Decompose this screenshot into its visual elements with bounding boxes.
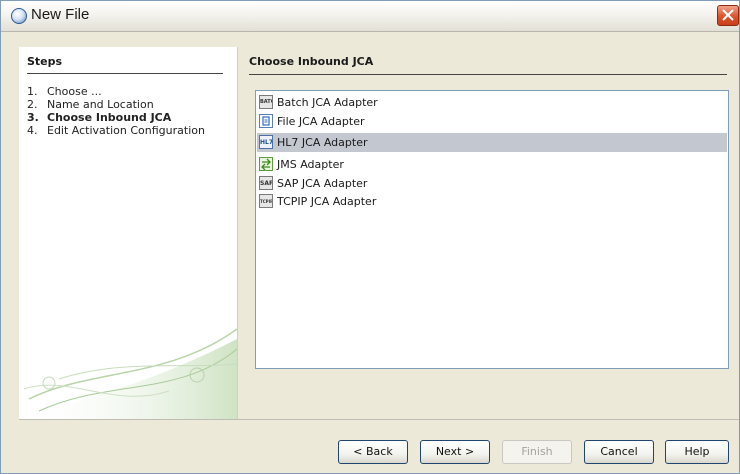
adapter-label: File JCA Adapter bbox=[277, 115, 365, 128]
list-item-file-adapter[interactable]: File JCA Adapter bbox=[257, 112, 727, 131]
back-button[interactable]: < Back bbox=[338, 440, 408, 464]
title-bar[interactable]: New File bbox=[1, 1, 739, 32]
batch-adapter-icon: BATCH bbox=[259, 95, 273, 109]
adapter-label: JMS Adapter bbox=[277, 158, 344, 171]
list-item-sap-adapter[interactable]: SAP SAP JCA Adapter bbox=[257, 174, 727, 193]
hl7-adapter-icon: HL7 bbox=[259, 135, 273, 149]
step-number: 3. bbox=[27, 111, 39, 124]
step-item: 1. Choose ... bbox=[27, 85, 205, 98]
close-icon bbox=[722, 9, 734, 21]
steps-heading: Steps bbox=[27, 55, 63, 68]
list-item-jms-adapter[interactable]: JMS Adapter bbox=[257, 155, 727, 174]
steps-divider bbox=[27, 73, 223, 74]
adapter-label: SAP JCA Adapter bbox=[277, 177, 368, 190]
netbeans-app-icon bbox=[11, 8, 27, 24]
list-item-batch-adapter[interactable]: BATCH Batch JCA Adapter bbox=[257, 93, 727, 112]
content-divider bbox=[249, 74, 727, 75]
step-label: Name and Location bbox=[47, 98, 154, 111]
step-item-current: 3. Choose Inbound JCA bbox=[27, 111, 205, 124]
new-file-dialog: New File Steps 1. Choose ... 2. Name and L… bbox=[0, 0, 740, 474]
jms-adapter-icon bbox=[259, 157, 273, 171]
step-label: Choose Inbound JCA bbox=[47, 111, 172, 124]
adapter-label: Batch JCA Adapter bbox=[277, 96, 378, 109]
step-label: Edit Activation Configuration bbox=[47, 124, 205, 137]
adapter-label: HL7 JCA Adapter bbox=[277, 136, 368, 149]
sap-adapter-icon: SAP bbox=[259, 176, 273, 190]
window-title: New File bbox=[31, 6, 90, 23]
next-button[interactable]: Next > bbox=[420, 440, 490, 464]
tcpip-adapter-icon: TCPIP bbox=[259, 194, 273, 208]
adapter-label: TCPIP JCA Adapter bbox=[277, 195, 377, 208]
file-adapter-icon bbox=[259, 114, 273, 128]
list-item-hl7-adapter[interactable]: HL7 HL7 JCA Adapter bbox=[257, 133, 727, 152]
close-button[interactable] bbox=[717, 5, 739, 26]
step-number: 2. bbox=[27, 98, 38, 111]
step-number: 1. bbox=[27, 85, 38, 98]
cancel-button[interactable]: Cancel bbox=[584, 440, 654, 464]
help-button[interactable]: Help bbox=[665, 440, 729, 464]
decorative-swoosh-graphic bbox=[19, 328, 237, 419]
finish-button[interactable]: Finish bbox=[502, 440, 572, 464]
content-heading: Choose Inbound JCA bbox=[249, 55, 374, 68]
step-item: 2. Name and Location bbox=[27, 98, 205, 111]
footer-divider bbox=[19, 419, 739, 420]
adapter-list[interactable]: BATCH Batch JCA Adapter File JCA Adapter… bbox=[255, 90, 729, 369]
list-item-tcpip-adapter[interactable]: TCPIP TCPIP JCA Adapter bbox=[257, 192, 727, 211]
steps-panel: Steps 1. Choose ... 2. Name and Location 3… bbox=[19, 47, 238, 419]
steps-list: 1. Choose ... 2. Name and Location 3. Choos… bbox=[27, 85, 205, 137]
step-item: 4. Edit Activation Configuration bbox=[27, 124, 205, 137]
step-label: Choose ... bbox=[47, 85, 102, 98]
step-number: 4. bbox=[27, 124, 38, 137]
